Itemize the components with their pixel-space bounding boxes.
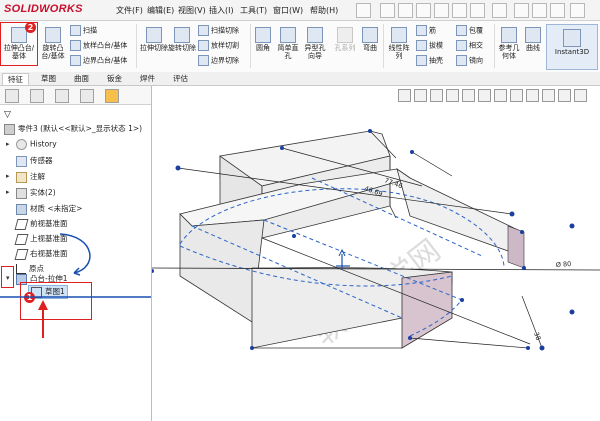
feature-manager-panel: ▽ 零件3 (默认<<默认>_显示状态 1>) ▸ History 传感器 ▸ … — [0, 86, 152, 421]
hole-wizard-button[interactable]: 异型孔向导 — [302, 27, 328, 60]
extrude-cut-button[interactable]: 拉伸切除 — [140, 27, 168, 52]
tab-weldments[interactable]: 焊件 — [135, 73, 160, 84]
loft-button[interactable]: 放样凸台/基体 — [70, 40, 127, 51]
menu-tools[interactable]: 工具(T) — [240, 5, 267, 16]
new-file-icon[interactable] — [398, 3, 413, 18]
wrap-button[interactable]: 包覆 — [456, 25, 483, 36]
tab-surfaces[interactable]: 曲面 — [69, 73, 94, 84]
extrude-cut-icon — [146, 27, 162, 43]
menu-help[interactable]: 帮助(H) — [310, 5, 338, 16]
loft-cut-icon — [198, 40, 209, 51]
rib-icon — [416, 25, 427, 36]
command-manager: 拉伸凸台/基体 旋转凸台/基体 扫描 放样凸台/基体 边界凸台/基体 拉伸切除 … — [0, 21, 600, 73]
model-view: 软件自学网 77.46 46.69 — [152, 129, 600, 352]
graphics-area[interactable]: 软件自学网 77.46 46.69 — [152, 86, 600, 421]
options-gear-icon[interactable] — [550, 3, 565, 18]
revolve-boss-icon — [45, 27, 61, 43]
sweep-icon — [70, 25, 81, 36]
ribbon-separator — [383, 24, 384, 68]
curves-button[interactable]: 曲线 — [522, 27, 544, 52]
solidworks-logo: SOLIDWORKS — [4, 3, 83, 15]
menu-file[interactable]: 文件(F) — [116, 5, 143, 16]
menu-insert[interactable]: 插入(I) — [209, 5, 234, 16]
simple-hole-button[interactable]: 简单直孔 — [276, 27, 300, 60]
linear-pattern-button[interactable]: 线性阵列 — [386, 27, 412, 60]
ribbon-separator — [250, 24, 251, 68]
home-icon[interactable] — [380, 3, 395, 18]
loft-cut-button[interactable]: 放样切割 — [198, 40, 239, 51]
pin-icon[interactable] — [356, 3, 371, 18]
dimension-height-label[interactable]: 38 — [532, 331, 542, 342]
mirror-button[interactable]: 镜向 — [456, 55, 483, 66]
save-icon[interactable] — [434, 3, 449, 18]
revolve-boss-button[interactable]: 旋转凸台/基体 — [38, 27, 68, 60]
instant3d-icon — [563, 29, 581, 47]
curves-icon — [525, 27, 541, 43]
boundary-cut-icon — [198, 55, 209, 66]
fillet-button[interactable]: 圆角 — [252, 27, 274, 52]
ribbon-separator — [494, 24, 495, 68]
linear-pattern-icon — [391, 27, 407, 43]
open-folder-icon[interactable] — [416, 3, 431, 18]
intersect-icon — [456, 40, 467, 51]
dome-icon — [362, 27, 378, 43]
hole-series-icon — [337, 27, 353, 43]
swept-cut-icon — [198, 25, 209, 36]
reference-geometry-icon — [501, 27, 517, 43]
loft-icon — [70, 40, 81, 51]
mirror-icon — [456, 55, 467, 66]
tab-sketch[interactable]: 草图 — [36, 73, 61, 84]
tab-evaluate[interactable]: 评估 — [168, 73, 193, 84]
command-tabs: 特征 草图 曲面 钣金 焊件 评估 — [0, 72, 600, 86]
menu-edit[interactable]: 编辑(E) — [147, 5, 174, 16]
undo-icon[interactable] — [470, 3, 485, 18]
toolbar-more-icon[interactable] — [570, 3, 585, 18]
annotation-badge-2: 2 — [25, 22, 36, 33]
tab-features[interactable]: 特征 — [2, 73, 29, 85]
wrap-icon — [456, 25, 467, 36]
reference-geometry-button[interactable]: 参考几何体 — [496, 27, 522, 60]
dome-button[interactable]: 弯曲 — [360, 27, 380, 52]
shell-icon — [416, 55, 427, 66]
tab-sheet-metal[interactable]: 钣金 — [102, 73, 127, 84]
menu-view[interactable]: 视图(V) — [178, 5, 206, 16]
hole-series-button[interactable]: 孔系列 — [332, 27, 358, 52]
sweep-button[interactable]: 扫描 — [70, 25, 97, 36]
boundary-cut-button[interactable]: 边界切除 — [198, 55, 239, 66]
instant3d-button[interactable]: Instant3D — [546, 24, 598, 70]
ribbon-separator — [136, 24, 137, 68]
boundary-boss-icon — [70, 55, 81, 66]
print-icon[interactable] — [452, 3, 467, 18]
draft-icon — [416, 40, 427, 51]
hole-wizard-icon — [307, 27, 323, 43]
rebuild-icon[interactable] — [514, 3, 529, 18]
revolve-cut-icon — [174, 27, 190, 43]
fillet-icon — [255, 27, 271, 43]
select-arrow-icon[interactable] — [492, 3, 507, 18]
draft-button[interactable]: 拔模 — [416, 40, 443, 51]
intersect-button[interactable]: 相交 — [456, 40, 483, 51]
menu-bar: SOLIDWORKS 文件(F) 编辑(E) 视图(V) 插入(I) 工具(T)… — [0, 0, 600, 21]
boundary-boss-button[interactable]: 边界凸台/基体 — [70, 55, 127, 66]
shell-button[interactable]: 抽壳 — [416, 55, 443, 66]
tree-annotation-overlay — [0, 233, 151, 338]
revolve-cut-button[interactable]: 旋转切除 — [168, 27, 196, 52]
dimension-diameter-label[interactable]: Ø 80 — [556, 260, 572, 269]
swept-cut-button[interactable]: 扫描切除 — [198, 25, 239, 36]
menu-window[interactable]: 窗口(W) — [273, 5, 303, 16]
file-properties-icon[interactable] — [532, 3, 547, 18]
simple-hole-icon — [280, 27, 296, 43]
rib-button[interactable]: 筋 — [416, 25, 436, 36]
